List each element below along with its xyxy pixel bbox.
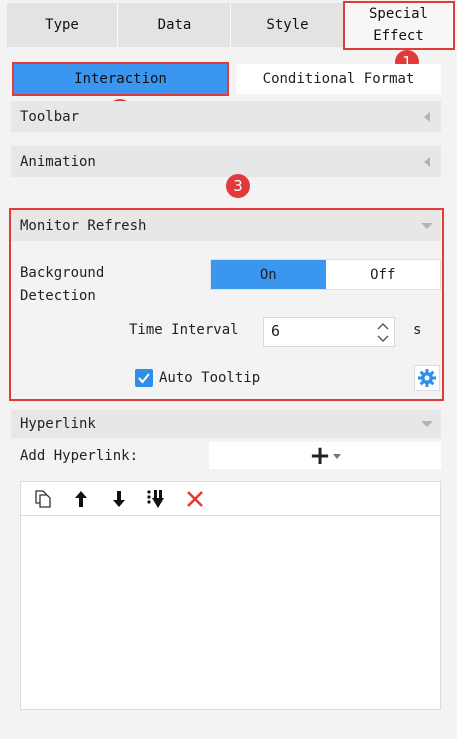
- plus-icon: +: [309, 440, 331, 471]
- annotation-badge-3: 3: [226, 174, 250, 198]
- move-down-button[interactable]: [105, 485, 133, 513]
- collapse-left-icon: [424, 156, 430, 167]
- annotation-box-3: [9, 208, 444, 401]
- section-animation-title: Animation: [20, 153, 96, 170]
- arrow-down-icon: [113, 490, 125, 507]
- expand-down-icon: [421, 421, 433, 427]
- section-animation[interactable]: Animation: [11, 146, 441, 177]
- tab-type[interactable]: Type: [7, 3, 118, 47]
- tab-style[interactable]: Style: [232, 3, 344, 47]
- annotation-box-2: [12, 62, 229, 96]
- section-hyperlink[interactable]: Hyperlink: [11, 410, 441, 438]
- delete-icon: [187, 490, 203, 507]
- move-to-bottom-icon: [147, 489, 164, 508]
- subtab-conditional-format-label: Conditional Format: [262, 71, 415, 87]
- add-hyperlink-button[interactable]: +: [209, 442, 441, 469]
- tab-data-label: Data: [157, 17, 192, 33]
- section-toolbar-title: Toolbar: [20, 108, 80, 125]
- move-up-button[interactable]: [67, 485, 95, 513]
- collapse-left-icon: [424, 111, 430, 122]
- tab-type-label: Type: [45, 17, 79, 33]
- copy-button[interactable]: [29, 485, 57, 513]
- add-hyperlink-label: Add Hyperlink:: [20, 448, 139, 464]
- delete-button[interactable]: [181, 485, 209, 513]
- section-toolbar[interactable]: Toolbar: [11, 101, 441, 132]
- subtab-conditional-format[interactable]: Conditional Format: [236, 64, 441, 94]
- dropdown-caret-icon: [332, 453, 341, 459]
- tab-data[interactable]: Data: [119, 3, 231, 47]
- section-hyperlink-title: Hyperlink: [20, 416, 96, 432]
- arrow-up-icon: [75, 490, 87, 507]
- hyperlink-list[interactable]: [20, 481, 441, 710]
- annotation-box-1: [343, 1, 455, 50]
- hyperlink-toolbar: [21, 482, 440, 516]
- tab-style-label: Style: [266, 17, 309, 33]
- move-to-bottom-button[interactable]: [143, 485, 171, 513]
- copy-icon: [35, 489, 51, 508]
